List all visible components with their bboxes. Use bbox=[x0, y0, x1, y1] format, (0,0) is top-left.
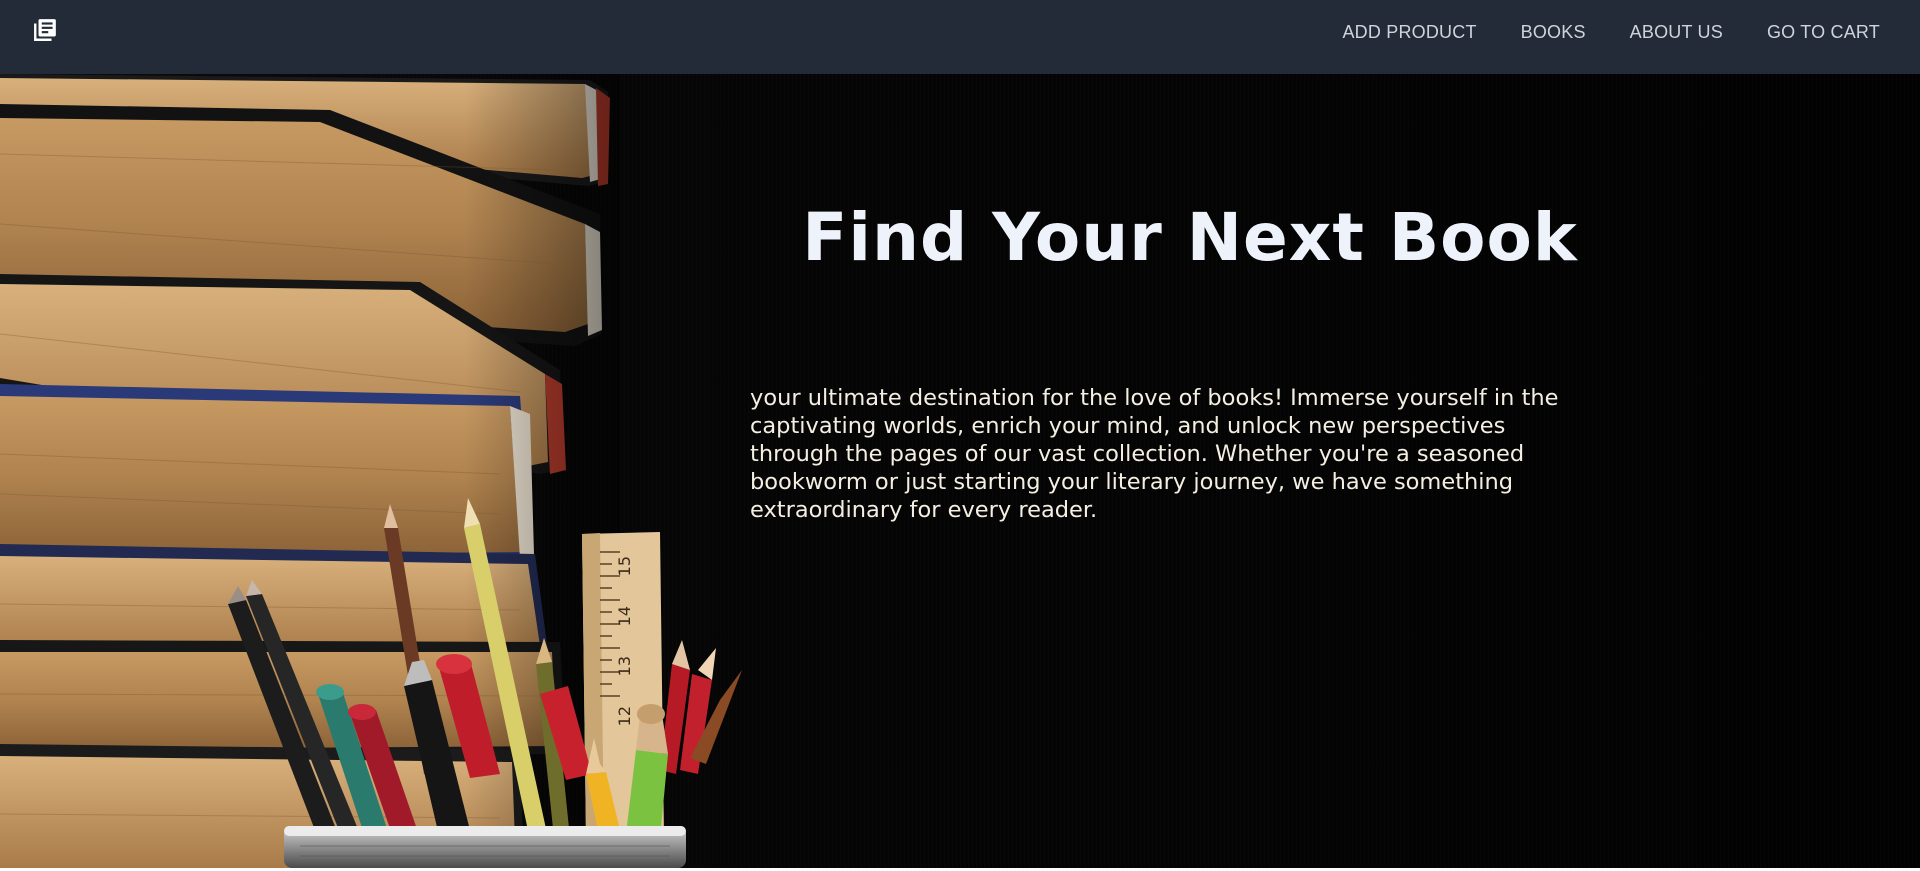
ruler-tick-15: 15 bbox=[615, 556, 634, 576]
nav-go-to-cart-link[interactable]: GO TO CART bbox=[1767, 22, 1880, 43]
ruler-tick-14: 14 bbox=[615, 606, 634, 626]
nav-about-us-link[interactable]: ABOUT US bbox=[1630, 22, 1723, 43]
nav-menu: ADD PRODUCT BOOKS ABOUT US GO TO CART bbox=[1342, 0, 1880, 64]
nav-books-link[interactable]: BOOKS bbox=[1521, 22, 1586, 43]
top-navbar: ADD PRODUCT BOOKS ABOUT US GO TO CART bbox=[0, 0, 1920, 74]
hero-banner: 15 14 13 12 Find Your Next Book your ult… bbox=[0, 74, 1920, 868]
ruler-tick-13: 13 bbox=[615, 656, 634, 676]
hero-description: your ultimate destination for the love o… bbox=[750, 385, 1559, 523]
hero-title: Find Your Next Book bbox=[802, 199, 1578, 276]
ruler-tick-12: 12 bbox=[615, 706, 634, 726]
newspaper-list-icon[interactable] bbox=[32, 17, 58, 43]
books-and-pencils-image: 15 14 13 12 bbox=[0, 74, 742, 868]
nav-add-product-link[interactable]: ADD PRODUCT bbox=[1342, 22, 1476, 43]
